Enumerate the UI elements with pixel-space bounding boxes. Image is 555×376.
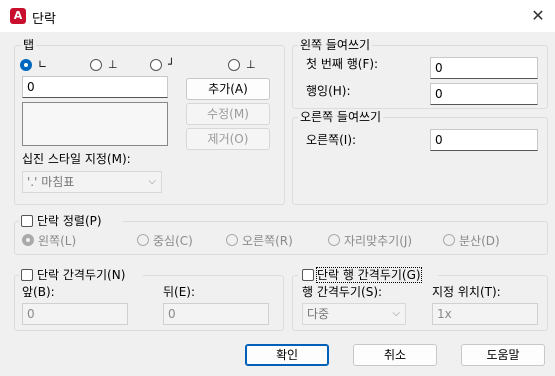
align-left-label: 왼쪽(L) xyxy=(38,234,77,248)
line-spacing-select[interactable]: 다중 ⌵ xyxy=(302,303,406,325)
line-spacing-checkbox[interactable] xyxy=(302,269,314,281)
line-spacing-label[interactable]: 단락 행 간격두기(G) xyxy=(316,267,422,283)
first-line-label: 첫 번째 행(F): xyxy=(306,57,379,71)
at-input[interactable]: 1x xyxy=(432,303,538,325)
after-input[interactable]: 0 xyxy=(163,303,269,325)
add-button[interactable]: 추가(A) xyxy=(186,78,270,100)
app-icon: A xyxy=(10,8,26,24)
align-right-radio[interactable] xyxy=(226,234,238,246)
window-title: 단락 xyxy=(32,12,56,27)
chevron-down-icon: ⌵ xyxy=(148,176,156,187)
paragraph-alignment-label[interactable]: 단락 정렬(P) xyxy=(37,214,102,228)
tab-type-center-radio[interactable] xyxy=(90,59,102,71)
paragraph-alignment-checkbox[interactable] xyxy=(21,215,33,227)
right-indent-input[interactable]: 0 xyxy=(430,129,538,151)
chevron-down-icon: ⌵ xyxy=(392,308,400,319)
tab-type-right-radio[interactable] xyxy=(150,59,162,71)
left-indent-legend: 왼쪽 들여쓰기 xyxy=(298,38,373,52)
close-icon[interactable]: ✕ xyxy=(526,5,550,27)
ok-button[interactable]: 확인 xyxy=(245,344,329,366)
first-line-input[interactable]: 0 xyxy=(430,57,538,79)
tab-stops-list[interactable] xyxy=(22,102,168,146)
after-label: 뒤(E): xyxy=(163,285,196,299)
align-center-radio[interactable] xyxy=(137,234,149,246)
tab-position-input[interactable]: 0 xyxy=(22,76,168,98)
align-distribute-radio[interactable] xyxy=(443,234,455,246)
align-center-label: 중심(C) xyxy=(153,234,193,248)
tab-type-left-radio[interactable] xyxy=(20,59,32,71)
align-left-radio[interactable] xyxy=(22,234,34,246)
paragraph-spacing-checkbox[interactable] xyxy=(21,269,33,281)
line-spacing-type-label: 행 간격두기(S): xyxy=(302,285,383,299)
align-distribute-label: 분산(D) xyxy=(459,234,500,248)
tab-type-decimal-radio[interactable] xyxy=(228,59,240,71)
tab-left-icon: ∟ xyxy=(38,58,48,71)
line-spacing-value: 다중 xyxy=(307,307,330,321)
at-label: 지정 위치(T): xyxy=(432,285,501,299)
before-label: 앞(B): xyxy=(22,285,55,299)
tabs-group-legend: 탭 xyxy=(21,38,37,52)
right-indent-label: 오른쪽(I): xyxy=(306,133,357,147)
before-input[interactable]: 0 xyxy=(22,303,128,325)
decimal-style-label: 십진 스타일 지정(M): xyxy=(22,152,131,166)
align-right-label: 오른쪽(R) xyxy=(242,234,293,248)
right-indent-legend: 오른쪽 들여쓰기 xyxy=(298,110,384,124)
cancel-button[interactable]: 취소 xyxy=(353,344,437,366)
align-justify-radio[interactable] xyxy=(328,234,340,246)
decimal-style-select[interactable]: '.' 마침표 ⌵ xyxy=(22,171,162,193)
modify-button[interactable]: 수정(M) xyxy=(186,103,270,125)
tab-right-icon: ┘ xyxy=(168,58,175,71)
help-button[interactable]: 도움말 xyxy=(461,344,545,366)
hanging-label: 행잉(H): xyxy=(306,84,351,98)
hanging-input[interactable]: 0 xyxy=(430,83,538,105)
align-justify-label: 자리맞추기(J) xyxy=(344,234,413,248)
decimal-style-value: '.' 마침표 xyxy=(27,175,75,189)
tab-center-icon: ⊥ xyxy=(108,58,118,71)
tab-decimal-icon: ⊥ xyxy=(246,58,256,71)
title-bar xyxy=(0,0,555,32)
remove-button[interactable]: 제거(O) xyxy=(186,128,270,150)
paragraph-spacing-label[interactable]: 단락 간격두기(N) xyxy=(37,268,125,282)
